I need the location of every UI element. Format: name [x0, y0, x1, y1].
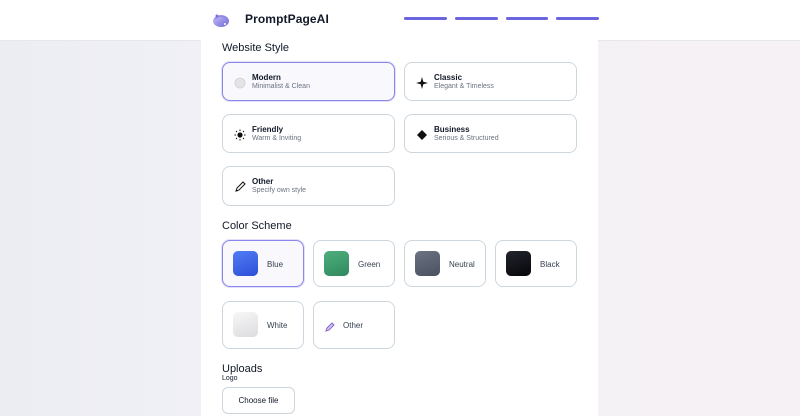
color-option-blue[interactable]: Blue	[222, 240, 304, 287]
style-option-title: Business	[434, 125, 470, 134]
top-bar: PromptPageAI	[0, 0, 800, 41]
website-style-title: Website Style	[222, 42, 290, 54]
circle-icon	[233, 76, 247, 90]
style-option-business[interactable]: Business Serious & Structured	[404, 114, 577, 153]
style-option-description: Specify own style	[252, 187, 307, 194]
sun-icon	[233, 128, 247, 142]
color-option-label: Neutral	[449, 260, 475, 269]
color-scheme-title: Color Scheme	[222, 220, 292, 232]
style-option-other[interactable]: Other Specify own style	[222, 166, 395, 206]
brand-name[interactable]: PromptPageAI	[245, 12, 329, 26]
black-swatch	[506, 251, 531, 276]
nav-link-3[interactable]	[506, 17, 548, 20]
color-option-label: Other	[343, 321, 364, 330]
color-option-white[interactable]: White	[222, 301, 304, 349]
color-option-neutral[interactable]: Neutral	[404, 240, 486, 287]
pencil-icon	[233, 180, 247, 194]
green-swatch	[324, 251, 349, 276]
style-option-description: Minimalist & Clean	[252, 83, 310, 90]
pencil-icon	[324, 320, 336, 332]
style-option-friendly[interactable]: Friendly Warm & Inviting	[222, 114, 395, 153]
logo-label: Logo	[222, 375, 238, 382]
style-option-description: Warm & Inviting	[252, 135, 302, 142]
sparkle-orb-icon[interactable]	[210, 9, 232, 31]
style-option-classic[interactable]: Classic Elegant & Timeless	[404, 62, 577, 101]
color-option-label: Blue	[267, 260, 284, 269]
style-option-title: Classic	[434, 73, 463, 82]
color-option-black[interactable]: Black	[495, 240, 577, 287]
color-option-label: Black	[540, 260, 560, 269]
diamond-icon	[415, 128, 429, 142]
uploads-title: Uploads	[222, 363, 263, 375]
color-option-label: White	[267, 321, 288, 330]
white-swatch	[233, 312, 258, 337]
nav-link-1[interactable]	[404, 17, 447, 20]
color-option-label: Green	[358, 260, 381, 269]
style-option-description: Elegant & Timeless	[434, 83, 494, 90]
style-option-description: Serious & Structured	[434, 135, 499, 142]
nav-link-4[interactable]	[556, 17, 599, 20]
choose-file-button[interactable]: Choose file	[222, 387, 295, 414]
neutral-swatch	[415, 251, 440, 276]
color-option-green[interactable]: Green	[313, 240, 395, 287]
color-option-other[interactable]: Other	[313, 301, 395, 349]
sparkle-icon	[415, 76, 429, 90]
style-option-title: Modern	[252, 73, 281, 82]
style-option-title: Friendly	[252, 125, 284, 134]
style-option-modern[interactable]: Modern Minimalist & Clean	[222, 62, 395, 101]
style-option-title: Other	[252, 177, 274, 186]
nav-link-2[interactable]	[455, 17, 498, 20]
blue-swatch	[233, 251, 258, 276]
